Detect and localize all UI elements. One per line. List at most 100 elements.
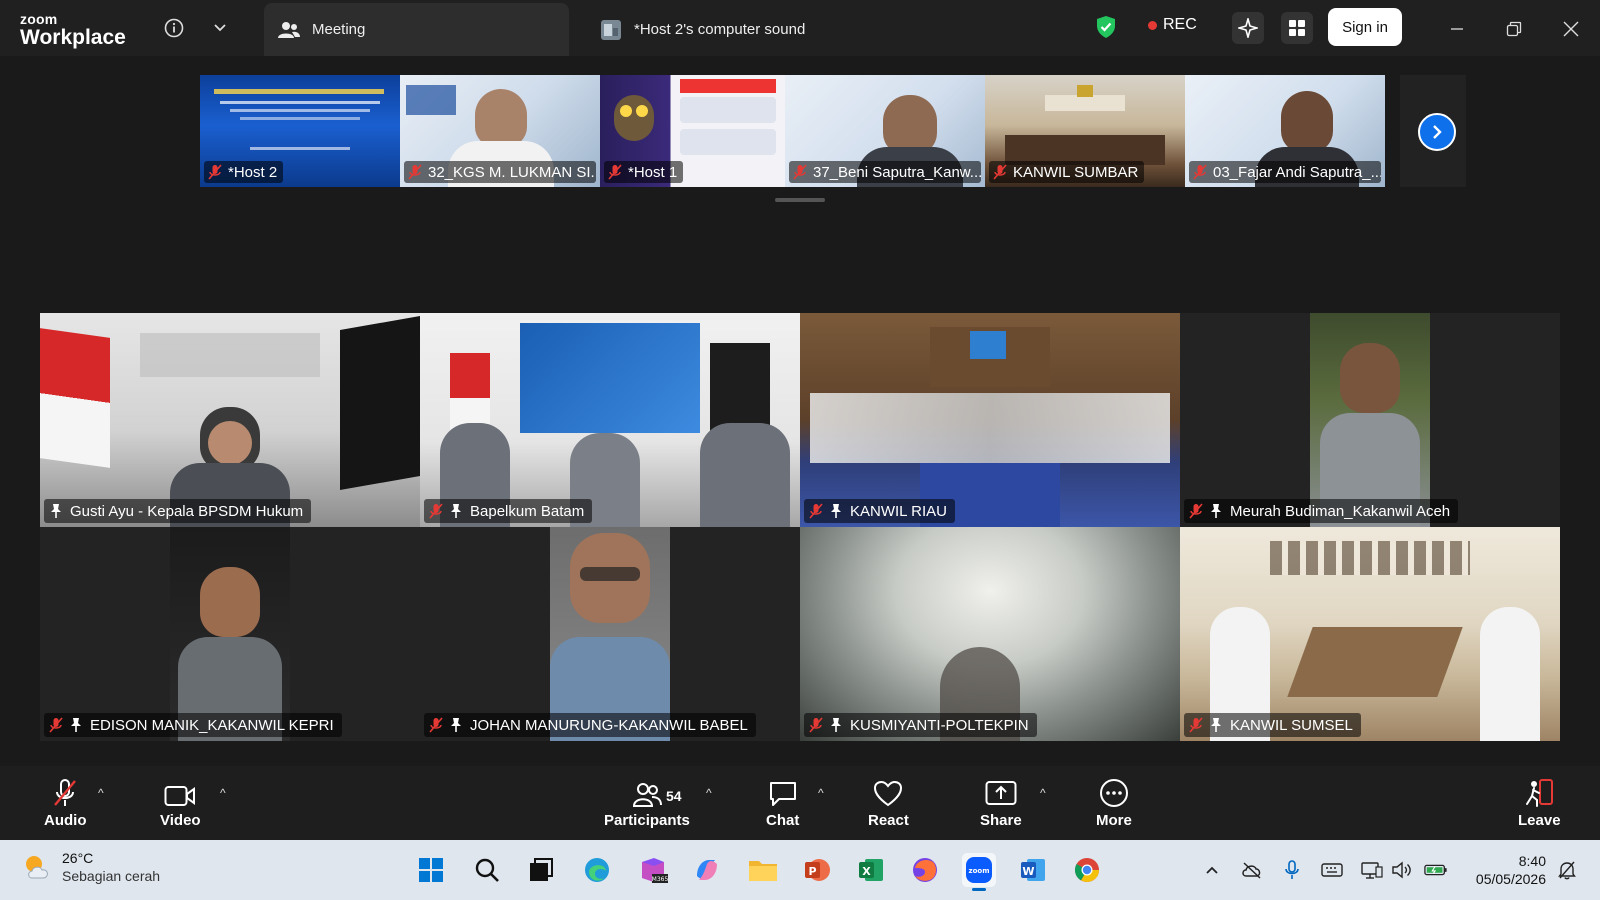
filmstrip-tile[interactable]: *Host 1 [600,75,785,187]
filmstrip-tile[interactable]: 37_Beni Saputra_Kanw... [785,75,985,187]
windows-logo-icon [419,858,443,882]
share-button[interactable]: Share [980,778,1022,829]
filmstrip-tile[interactable]: KANWIL SUMBAR [985,75,1185,187]
filmstrip-tile[interactable]: *Host 2 [200,75,400,187]
video-tile[interactable]: KUSMIYANTI-POLTEKPIN [800,527,1180,741]
pin-icon [69,717,83,733]
start-button[interactable] [414,853,448,887]
mic-off-icon [809,717,823,733]
filmstrip-tile[interactable]: 32_KGS M. LUKMAN SI... [400,75,600,187]
leave-button[interactable]: Leave [1518,778,1561,829]
zoom-workplace-logo: zoom Workplace [20,12,126,48]
search-button[interactable] [470,853,504,887]
leave-label: Leave [1518,812,1561,829]
task-view-icon [530,858,553,881]
video-button[interactable]: Video [160,778,201,829]
participants-options-caret[interactable]: ^ [706,786,712,800]
participant-name-label: 37_Beni Saputra_Kanw... [789,161,981,183]
mic-off-icon [1189,503,1203,519]
pin-icon [1209,717,1223,733]
info-icon[interactable] [160,14,188,42]
title-bar: zoom Workplace Meeting *Host 2's compute… [0,0,1600,56]
zoom-app-icon: zoom [966,857,992,883]
filmstrip-resize-handle[interactable] [775,198,825,202]
apps-grid-icon [1289,20,1305,36]
participant-name-label: Bapelkum Batam [424,499,593,523]
audio-button[interactable]: Audio [44,778,87,829]
svg-text:M365: M365 [652,876,668,883]
taskbar-firefox[interactable] [908,853,942,887]
participant-video [40,527,420,741]
ai-companion-button[interactable] [1232,12,1264,44]
restore-button[interactable] [1499,14,1529,44]
mic-off-icon [809,503,823,519]
network-monitor-icon[interactable] [1360,858,1384,882]
windows-taskbar: 26°C Sebagian cerah M365 P X zoom W 8:40… [0,840,1600,900]
pin-icon [449,503,463,519]
audio-options-caret[interactable]: ^ [98,786,104,800]
chat-options-caret[interactable]: ^ [818,786,824,800]
video-options-caret[interactable]: ^ [220,786,226,800]
chevron-right-icon [1433,125,1442,139]
react-button[interactable]: React [868,778,909,829]
system-clock[interactable]: 8:40 05/05/2026 [1466,852,1546,888]
minimize-icon [1451,28,1463,30]
sign-in-button[interactable]: Sign in [1328,8,1402,46]
recording-indicator[interactable]: REC [1148,16,1197,34]
share-label: Share [980,812,1022,829]
mic-off-icon [993,164,1007,180]
cloud-offline-icon[interactable] [1240,858,1264,882]
weather-widget[interactable]: 26°C Sebagian cerah [22,850,160,885]
taskbar-copilot[interactable] [690,853,724,887]
more-button[interactable]: More [1096,778,1132,829]
encryption-shield-icon[interactable] [1095,15,1117,44]
notification-bell-icon[interactable] [1555,858,1579,882]
mic-off-icon [429,717,443,733]
task-view-button[interactable] [524,853,558,887]
close-button[interactable] [1556,14,1586,44]
filmstrip-tile[interactable]: 03_Fajar Andi Saputra_... [1185,75,1385,187]
blurred-video [800,527,1180,741]
video-tile[interactable]: Meurah Budiman_Kakanwil Aceh [1180,313,1560,527]
minimize-button[interactable] [1442,14,1472,44]
taskbar-edge[interactable] [580,853,614,887]
video-tile[interactable]: EDISON MANIK_KAKANWIL KEPRI [40,527,420,741]
microphone-icon[interactable] [1280,858,1304,882]
apps-button[interactable] [1281,12,1313,44]
video-tile[interactable]: Bapelkum Batam [420,313,800,527]
copilot-icon [697,860,717,880]
taskbar-zoom[interactable]: zoom [962,853,996,891]
tray-overflow-chevron-icon[interactable] [1200,858,1224,882]
mic-off-icon [49,717,63,733]
video-camera-icon [164,778,196,808]
video-tile[interactable]: KANWIL SUMSEL [1180,527,1560,741]
video-tile[interactable]: Gusti Ayu - Kepala BPSDM Hukum [40,313,420,527]
participants-label: Participants [604,812,690,829]
pin-icon [829,717,843,733]
partly-sunny-icon [26,855,48,878]
video-tile[interactable]: JOHAN MANURUNG-KAKANWIL BABEL [420,527,800,741]
taskbar-excel[interactable]: X [854,853,888,887]
tab-meeting[interactable]: Meeting [264,3,569,56]
share-options-caret[interactable]: ^ [1040,786,1046,800]
search-icon [475,858,499,882]
taskbar-chrome[interactable] [1070,853,1104,887]
taskbar-word[interactable]: W [1016,853,1050,887]
shared-window-icon [600,19,622,41]
taskbar-powerpoint[interactable]: P [800,853,834,887]
participant-video [420,527,800,741]
taskbar-file-explorer[interactable] [746,853,780,887]
chat-button[interactable]: Chat [766,778,799,829]
chrome-icon [1074,858,1099,883]
taskbar-m365[interactable]: M365 [636,853,670,887]
tab-host-sound[interactable]: *Host 2's computer sound [600,3,805,56]
more-dots-icon [1099,778,1129,808]
volume-icon[interactable] [1390,858,1414,882]
filmstrip-next-button[interactable] [1418,113,1456,151]
video-tile[interactable]: KANWIL RIAU [800,313,1180,527]
mic-off-icon [429,503,443,519]
restore-icon [1506,21,1522,37]
keyboard-icon[interactable] [1320,858,1344,882]
battery-charging-icon[interactable] [1424,858,1448,882]
chevron-down-icon[interactable] [206,14,234,42]
